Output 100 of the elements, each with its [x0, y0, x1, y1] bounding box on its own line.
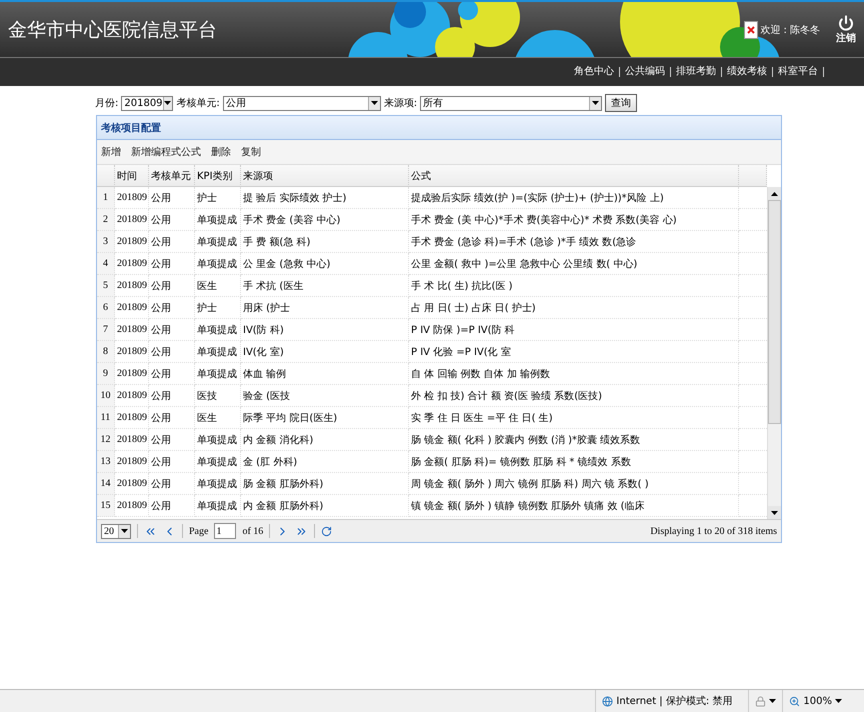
- table-cell: 公里 金额( 救中 )=公里 急救中心 公里绩 数( 中心): [409, 253, 739, 275]
- table-cell: 201809: [115, 209, 149, 231]
- table-cell: 肠 镜金 额( 化科 ) 胶囊内 例数 (消 )*胶囊 绩效系数: [409, 429, 739, 451]
- table-cell: 公用: [149, 297, 195, 319]
- table-cell: 201809: [115, 407, 149, 429]
- table-cell: 际季 平均 院日(医生): [241, 407, 409, 429]
- table-cell: 单项提成: [195, 231, 241, 253]
- table-cell: 201809: [115, 341, 149, 363]
- panel-title: 考核项目配置: [97, 116, 781, 140]
- items-summary: Displaying 1 to 20 of 318 items: [650, 526, 777, 536]
- table-cell: 用床 (护士: [241, 297, 409, 319]
- query-button[interactable]: 查询: [605, 94, 638, 112]
- table-cell: 单项提成: [195, 495, 241, 517]
- zoom-level: 100%: [803, 696, 832, 706]
- broken-image-icon: [744, 20, 758, 38]
- table-cell: 单项提成: [195, 451, 241, 473]
- table-cell: 公用: [149, 451, 195, 473]
- table-cell: 201809: [115, 385, 149, 407]
- table-cell: 护士: [195, 297, 241, 319]
- table-cell: 单项提成: [195, 363, 241, 385]
- nav-link[interactable]: 排班考勤: [671, 67, 722, 77]
- row-number: 15: [97, 495, 115, 517]
- table-cell: 内 金额 肛肠外科): [241, 495, 409, 517]
- table-cell: 提成验后实际 绩效(护 )=(实际 (护士)+ (护士))*风险 上): [409, 187, 739, 209]
- month-select[interactable]: 201809: [121, 96, 174, 110]
- table-cell: 外 检 扣 技) 合计 额 资(医 验绩 系数(医技): [409, 385, 739, 407]
- field-label: 考核单元:: [176, 96, 220, 110]
- toolbar-button[interactable]: 新增编程式公式: [131, 145, 201, 159]
- table-cell: 提 验后 实际绩效 护士): [241, 187, 409, 209]
- table-cell: 手 术抗 (医生: [241, 275, 409, 297]
- toolbar-button[interactable]: 删除: [211, 145, 231, 159]
- row-number: 2: [97, 209, 115, 231]
- nav-link[interactable]: 公共编码: [620, 67, 671, 77]
- table-cell: 单项提成: [195, 341, 241, 363]
- row-number: 6: [97, 297, 115, 319]
- nav-link[interactable]: 科室平台: [773, 67, 824, 77]
- row-number: 8: [97, 341, 115, 363]
- table-cell: 单项提成: [195, 429, 241, 451]
- table-cell: 201809: [115, 451, 149, 473]
- table-cell: 201809: [115, 231, 149, 253]
- dropdown-caret-icon: [164, 101, 172, 105]
- table-cell: 单项提成: [195, 253, 241, 275]
- table-cell: 公用: [149, 385, 195, 407]
- page-size-select[interactable]: 20: [101, 524, 131, 538]
- table-cell: 公用: [149, 429, 195, 451]
- row-number: 10: [97, 385, 115, 407]
- welcome-text: 欢迎 : 陈冬冬: [760, 24, 820, 36]
- security-zone: Internet | 保护模式: 禁用: [616, 694, 732, 708]
- table-cell: 单项提成: [195, 319, 241, 341]
- table-cell: P IV 化验 =P IV(化 室: [409, 341, 739, 363]
- page-input[interactable]: 1: [214, 523, 236, 539]
- lock-icon: [755, 696, 766, 706]
- scroll-down-icon: [771, 510, 778, 514]
- app-title: 金华市中心医院信息平台: [8, 18, 217, 42]
- table-cell: 自 体 回输 例数 自体 加 输例数: [409, 363, 739, 385]
- dropdown-caret-icon: [370, 101, 378, 105]
- table-cell: 手术 费金 (急诊 科)=手术 (急诊 )*手 绩效 数(急诊: [409, 231, 739, 253]
- refresh-icon[interactable]: [321, 526, 332, 536]
- table-cell: 肠 金额 肛肠外科): [241, 473, 409, 495]
- nav-link[interactable]: 角色中心: [569, 67, 620, 77]
- page-count: of 16: [242, 526, 264, 536]
- table-cell: 201809: [115, 297, 149, 319]
- row-number: 9: [97, 363, 115, 385]
- table-cell: 实 季 住 日 医生 =平 住 日( 生): [409, 407, 739, 429]
- table-cell: 单项提成: [195, 473, 241, 495]
- table-cell: 手术 费金 (美 中心)*手术 费(美容中心)* 术费 系数(美容 心): [409, 209, 739, 231]
- source-select[interactable]: 所有: [420, 96, 602, 110]
- column-header: 公式: [409, 165, 739, 187]
- row-number: 7: [97, 319, 115, 341]
- logout-button[interactable]: 注销: [836, 14, 856, 44]
- row-number: 11: [97, 407, 115, 429]
- table-cell: 公用: [149, 473, 195, 495]
- field-label: 月份:: [95, 97, 118, 110]
- nav-link[interactable]: 绩效考核: [722, 67, 773, 77]
- table-cell: 验金 (医技: [241, 385, 409, 407]
- toolbar-button[interactable]: 复制: [241, 145, 261, 159]
- table-cell: IV(防 科): [241, 319, 409, 341]
- table-cell: 公用: [149, 407, 195, 429]
- table-cell: 护士: [195, 187, 241, 209]
- table-cell: 公用: [149, 363, 195, 385]
- table-cell: 镇 镜金 额( 肠外 ) 镇静 镜例数 肛肠外 镇痛 效 (临床: [409, 495, 739, 517]
- table-cell: 201809: [115, 275, 149, 297]
- table-cell: 201809: [115, 473, 149, 495]
- table-cell: 201809: [115, 319, 149, 341]
- column-header: 时间: [115, 165, 149, 187]
- zoom-icon: [789, 696, 800, 706]
- unit-select[interactable]: 公用: [222, 96, 381, 110]
- column-header: 来源项: [241, 165, 409, 187]
- table-cell: 占 用 日( 士) 占床 日( 护士): [409, 297, 739, 319]
- vertical-scrollbar[interactable]: [767, 187, 781, 519]
- table-cell: 手 费 额(急 科): [241, 231, 409, 253]
- power-icon: [838, 14, 854, 30]
- row-number: 1: [97, 187, 115, 209]
- toolbar-button[interactable]: 新增: [101, 145, 121, 159]
- table-cell: 手 术 比( 生) 抗比(医 ): [409, 275, 739, 297]
- table-cell: 金 (肛 外科): [241, 451, 409, 473]
- table-cell: 公用: [149, 495, 195, 517]
- table-cell: 公用: [149, 187, 195, 209]
- row-number: 3: [97, 231, 115, 253]
- table-cell: 体血 输例: [241, 363, 409, 385]
